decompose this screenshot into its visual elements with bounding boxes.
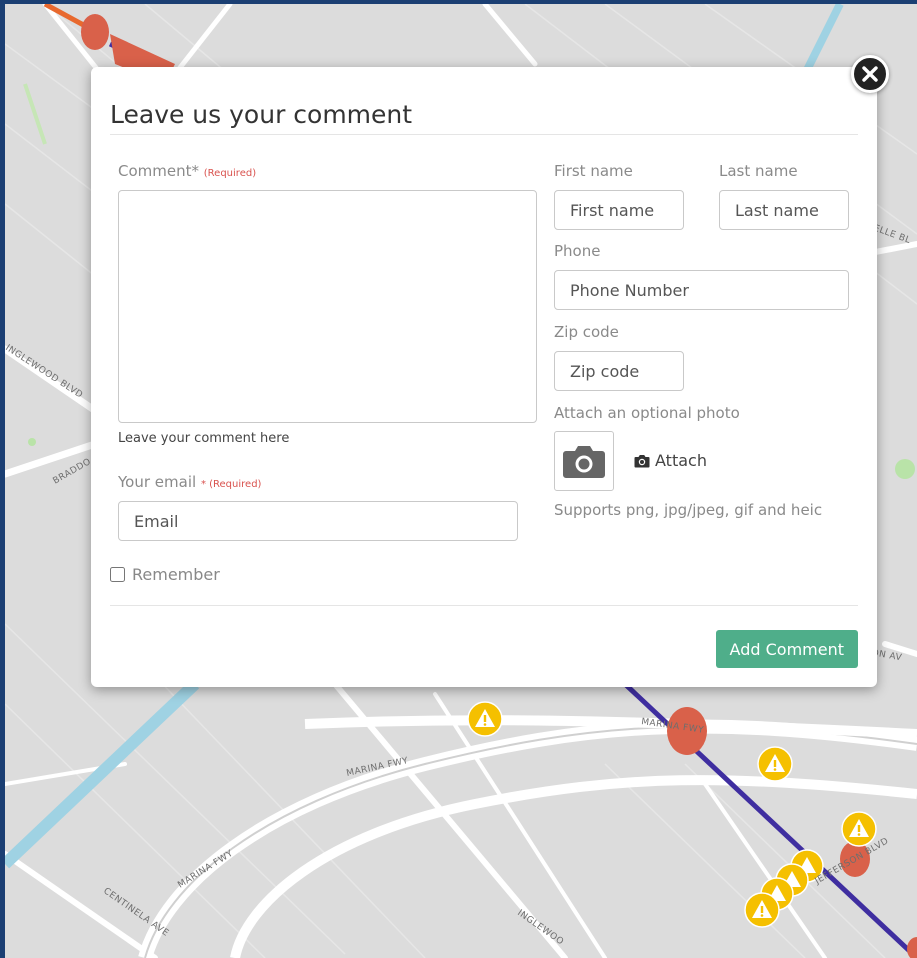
comment-dialog: Leave us your comment Comment* (Required…	[91, 67, 877, 687]
title-divider	[110, 134, 858, 135]
comment-label-text: Comment*	[118, 162, 199, 180]
remember-option[interactable]: Remember	[110, 565, 220, 584]
comment-help-text: Leave your comment here	[118, 431, 290, 446]
zip-input[interactable]	[554, 351, 684, 391]
photo-upload-box[interactable]	[554, 431, 614, 491]
phone-label: Phone	[554, 242, 601, 260]
last-name-label: Last name	[719, 162, 798, 180]
supported-formats-text: Supports png, jpg/jpeg, gif and heic	[554, 501, 823, 519]
attach-button[interactable]: Attach	[634, 451, 707, 470]
camera-small-icon	[634, 454, 650, 467]
road-label: INGLEWOO	[515, 908, 565, 947]
first-name-label: First name	[554, 162, 633, 180]
road-label: BRADDO	[52, 457, 94, 487]
last-name-input[interactable]	[719, 190, 849, 230]
photo-label: Attach an optional photo	[554, 404, 740, 422]
close-icon	[862, 66, 878, 82]
road-label: MARINA FWY	[176, 849, 235, 891]
attach-label: Attach	[655, 451, 707, 470]
email-label-text: Your email	[118, 473, 197, 491]
email-label: Your email * (Required)	[118, 473, 261, 491]
comment-textarea[interactable]	[118, 190, 537, 423]
zip-label: Zip code	[554, 323, 619, 341]
phone-input[interactable]	[554, 270, 849, 310]
road-label: INGLEWOOD BLVD	[5, 343, 84, 401]
email-required-tag: * (Required)	[200, 479, 262, 490]
add-comment-button[interactable]: Add Comment	[715, 630, 858, 668]
email-input[interactable]	[118, 501, 518, 541]
remember-label: Remember	[132, 565, 220, 584]
footer-divider	[110, 605, 858, 606]
camera-icon	[563, 446, 605, 478]
road-label: ELLE BL	[872, 223, 912, 246]
required-tag: (Required)	[203, 168, 257, 179]
remember-checkbox[interactable]	[110, 567, 125, 582]
comment-label: Comment* (Required)	[118, 162, 256, 180]
dialog-title: Leave us your comment	[110, 100, 413, 129]
first-name-input[interactable]	[554, 190, 684, 230]
close-dialog-button[interactable]	[851, 55, 889, 93]
